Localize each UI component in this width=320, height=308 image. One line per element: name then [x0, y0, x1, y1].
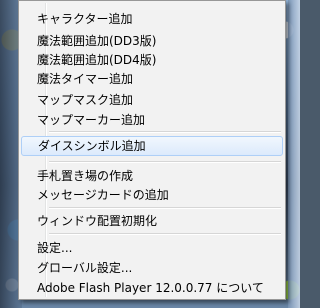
- menu-item-about-flash-player[interactable]: Adobe Flash Player 12.0.0.77 について: [21, 278, 283, 298]
- menu-item-add-map-marker[interactable]: マップマーカー追加: [21, 110, 283, 130]
- menu-item-create-hand-area[interactable]: 手札置き場の作成: [21, 166, 283, 186]
- menu-item-add-dice-symbol[interactable]: ダイスシンボル追加: [21, 136, 283, 156]
- menu-item-add-magic-range-dd3[interactable]: 魔法範囲追加(DD3版): [21, 31, 283, 51]
- menu-item-add-magic-range-dd4[interactable]: 魔法範囲追加(DD4版): [21, 50, 283, 70]
- menu-item-global-settings[interactable]: グローバル設定...: [21, 258, 283, 278]
- menu-item-add-map-mask[interactable]: マップマスク追加: [21, 90, 283, 110]
- menu-separator: [49, 233, 281, 235]
- background-right-panel: [288, 0, 300, 308]
- menu-item-add-magic-timer[interactable]: 魔法タイマー追加: [21, 69, 283, 89]
- menu-item-add-character[interactable]: キャラクター追加: [21, 9, 283, 29]
- menu-item-reset-window-layout[interactable]: ウィンドウ配置初期化: [21, 211, 283, 231]
- menu-separator: [49, 161, 281, 163]
- menu-item-settings[interactable]: 設定...: [21, 238, 283, 258]
- menu-item-add-message-card[interactable]: メッセージカードの追加: [21, 185, 283, 205]
- context-menu: キャラクター追加 魔法範囲追加(DD3版) 魔法範囲追加(DD4版) 魔法タイマ…: [18, 0, 286, 300]
- menu-separator: [49, 207, 281, 209]
- menu-separator: [49, 131, 281, 133]
